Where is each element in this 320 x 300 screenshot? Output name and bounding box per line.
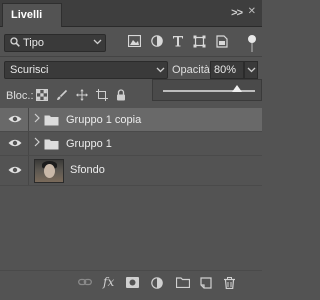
opacity-slider-popup [152,79,262,101]
filter-kind-label: Tipo [23,37,44,49]
filter-toggle[interactable] [248,35,256,53]
opacity-dropdown-button[interactable] [244,61,258,79]
smart-object-filter-icon[interactable] [216,35,230,49]
expand-arrow-icon[interactable] [34,113,40,126]
collapse-panel-icon[interactable]: >> [231,7,243,19]
type-layer-filter-icon[interactable] [172,35,186,49]
add-mask-icon[interactable] [126,277,140,291]
close-panel-icon[interactable]: ✕ [248,6,256,17]
filter-toggle-track [251,43,253,52]
tab-layers[interactable]: Livelli [2,3,62,27]
layer-row-gruppo-1-copia[interactable]: Gruppo 1 copia [0,108,262,132]
panel-header: Livelli >> ✕ [0,0,262,27]
search-icon [10,37,20,50]
new-layer-icon[interactable] [200,277,214,291]
lock-artboard-icon[interactable] [96,89,108,101]
layers-bottom-toolbar: fx [0,270,262,296]
opacity-value: 80% [214,64,237,76]
visibility-eye-icon[interactable] [8,165,22,177]
adjustment-layer-icon[interactable] [151,277,165,291]
thumbnail-face [44,164,55,178]
layer-name: Gruppo 1 [66,138,112,150]
row-divider [28,156,29,185]
opacity-slider-thumb[interactable] [231,85,242,92]
row-divider [28,132,29,155]
chevron-down-icon [247,66,256,76]
layers-list: Gruppo 1 copia Gruppo 1 Sfondo [0,108,262,186]
blend-opacity-row: Scurisci Opacità: 80% [0,60,262,80]
fx-icon[interactable]: fx [103,275,117,289]
divider [0,56,262,57]
layer-filter-row: Tipo [0,33,262,55]
filter-toggle-dot [248,35,256,43]
link-layers-icon[interactable] [78,277,92,291]
blend-mode-label: Scurisci [10,64,49,76]
folder-icon [44,138,59,150]
lock-position-icon[interactable] [76,89,88,101]
expand-arrow-icon[interactable] [34,137,40,150]
layer-thumbnail [34,159,64,183]
chevron-down-icon [156,66,165,76]
lock-transparent-pixels-icon[interactable] [36,89,48,101]
visibility-eye-icon[interactable] [8,114,22,126]
delete-layer-icon[interactable] [224,277,238,291]
chevron-down-icon [93,38,102,48]
tab-layers-label: Livelli [11,9,43,21]
layer-row-gruppo-1[interactable]: Gruppo 1 [0,132,262,156]
blend-mode-select[interactable]: Scurisci [4,61,168,79]
adjustment-layer-filter-icon[interactable] [151,35,165,49]
row-divider [28,108,29,131]
visibility-eye-icon[interactable] [8,138,22,150]
layer-name: Sfondo [70,164,105,176]
layer-name: Gruppo 1 copia [66,114,142,126]
shape-layer-filter-icon[interactable] [193,35,207,49]
new-group-icon[interactable] [175,277,191,291]
layers-panel: Livelli >> ✕ Tipo Scurisci Opacità: 80% … [0,0,262,300]
lock-image-pixels-icon[interactable] [56,89,68,101]
lock-label: Bloc.: [6,90,34,102]
lock-all-icon[interactable] [116,89,128,101]
pixel-layer-filter-icon[interactable] [127,34,142,49]
filter-kind-select[interactable]: Tipo [4,34,106,52]
folder-icon [44,114,59,126]
opacity-label: Opacità: [172,64,213,76]
opacity-input[interactable]: 80% [210,61,244,79]
layer-row-sfondo[interactable]: Sfondo [0,156,262,186]
